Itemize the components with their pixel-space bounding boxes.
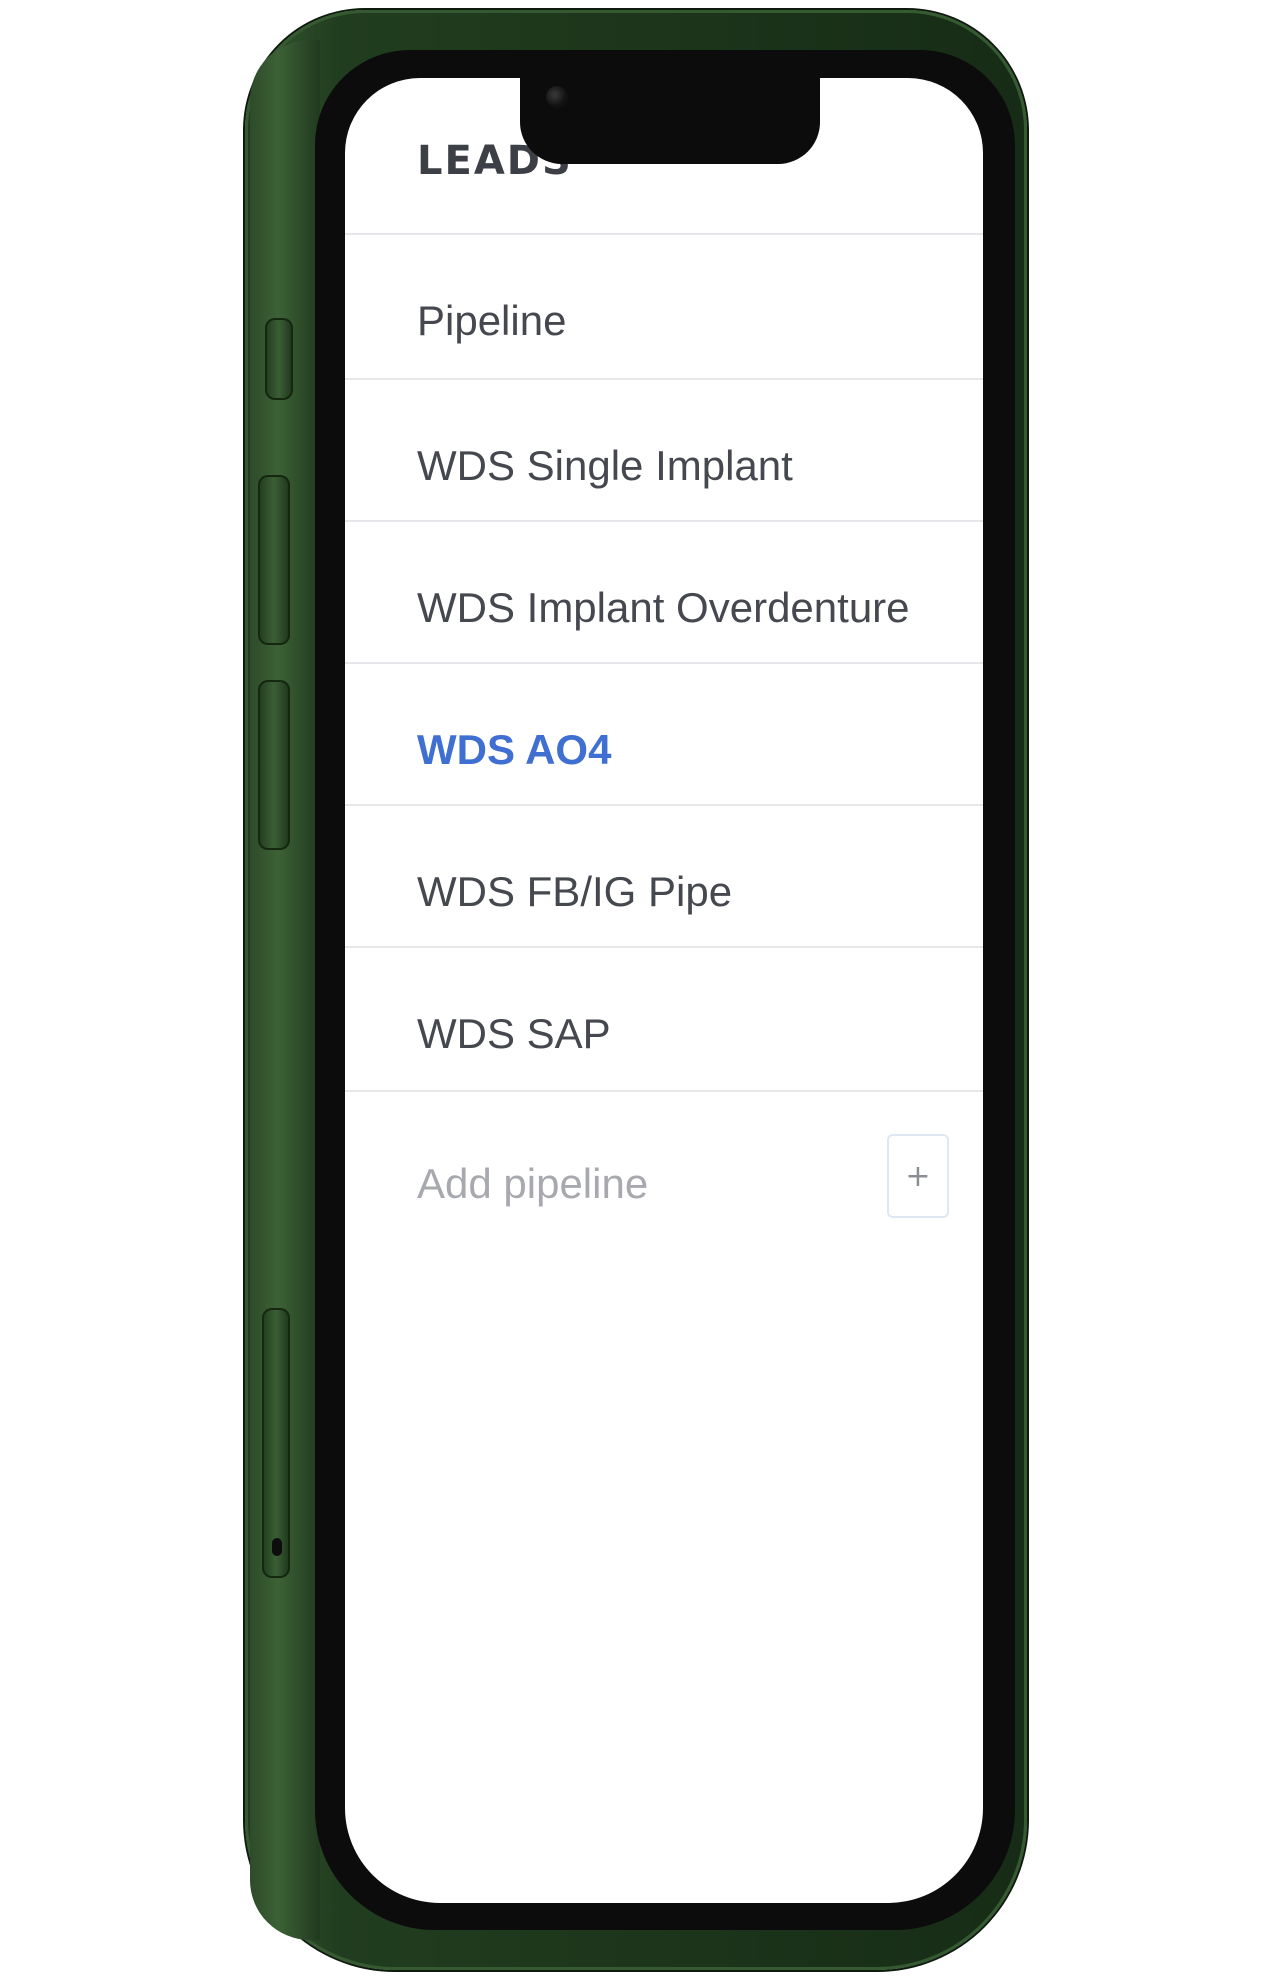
add-pipeline-button[interactable]: + <box>887 1134 949 1218</box>
front-camera-icon <box>546 86 568 108</box>
stage: LEADS Pipeline WDS Single Implant WDS Im… <box>0 0 1280 1986</box>
notch <box>520 68 820 164</box>
pipeline-label: WDS SAP <box>417 1010 611 1057</box>
pipeline-label: WDS Implant Overdenture <box>417 584 910 631</box>
sim-eject-hole <box>272 1538 282 1556</box>
action-button <box>265 318 293 400</box>
phone-screen: LEADS Pipeline WDS Single Implant WDS Im… <box>345 78 983 1903</box>
volume-down-button <box>258 680 290 850</box>
volume-up-button <box>258 475 290 645</box>
pipeline-label-active: WDS AO4 <box>417 726 612 773</box>
pipeline-label: Pipeline <box>417 297 567 344</box>
pipeline-row-wds-sap[interactable]: WDS SAP <box>345 948 983 1128</box>
divider <box>345 1090 983 1092</box>
pipeline-label: WDS Single Implant <box>417 442 793 489</box>
add-pipeline-label[interactable]: Add pipeline <box>417 1160 648 1208</box>
plus-icon: + <box>905 1158 931 1194</box>
pipeline-label: WDS FB/IG Pipe <box>417 868 733 915</box>
